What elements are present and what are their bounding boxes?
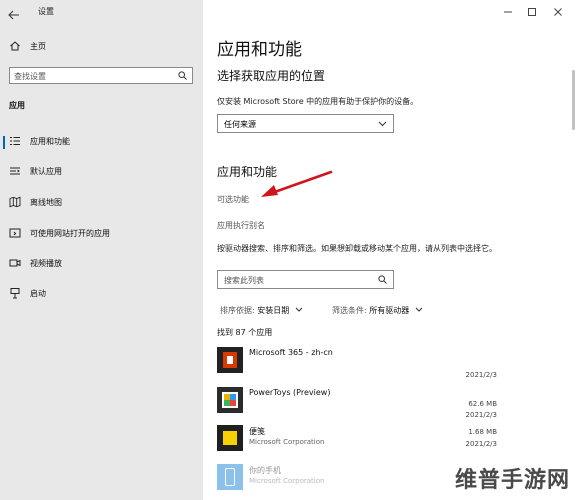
powertoys-icon — [217, 387, 243, 413]
list-item[interactable]: 便笺 Microsoft Corporation 1.68 MB 2021/2/… — [217, 423, 497, 461]
main-content: 应用和功能 选择获取应用的位置 仅安装 Microsoft Store 中的应用… — [203, 0, 576, 500]
app-name: 你的手机 — [249, 466, 281, 475]
app-date: 2021/2/3 — [465, 371, 497, 379]
install-source-heading: 选择获取应用的位置 — [217, 69, 326, 83]
settings-search-placeholder: 查找设置 — [14, 72, 46, 81]
close-button[interactable] — [547, 4, 569, 18]
sidebar-item-offline-maps[interactable]: 离线地图 — [0, 192, 203, 214]
arrow-left-icon — [8, 10, 19, 20]
install-source-description: 仅安装 Microsoft Store 中的应用有助于保护你的设备。 — [217, 97, 419, 106]
app-count: 找到 87 个应用 — [217, 328, 273, 337]
app-date: 2021/2/3 — [465, 440, 497, 448]
settings-search-input[interactable]: 查找设置 — [9, 67, 193, 84]
sidebar-item-startup[interactable]: 启动 — [0, 283, 203, 305]
app-size: 62.6 MB — [468, 400, 497, 408]
sidebar-home-label: 主页 — [30, 42, 46, 51]
sticky-notes-icon — [217, 425, 243, 451]
app-name: Microsoft 365 - zh-cn — [249, 348, 333, 357]
minimize-button[interactable] — [497, 4, 519, 18]
app-list-search-placeholder: 搜索此列表 — [224, 276, 264, 285]
video-icon — [9, 259, 21, 267]
selection-indicator — [3, 136, 5, 149]
list-item[interactable]: PowerToys (Preview) 62.6 MB 2021/2/3 — [217, 385, 497, 423]
sidebar-item-apps-features[interactable]: 应用和功能 — [0, 131, 203, 153]
search-icon — [178, 71, 187, 80]
sidebar-item-label: 默认应用 — [30, 167, 62, 176]
install-source-value: 任何来源 — [224, 120, 256, 129]
apps-list-icon — [10, 136, 20, 146]
app-name: 便笺 — [249, 427, 265, 436]
close-icon — [554, 8, 562, 16]
app-publisher: Microsoft Corporation — [249, 438, 325, 446]
maximize-button[interactable] — [521, 4, 543, 18]
search-icon — [378, 275, 387, 284]
sort-dropdown[interactable]: 排序依据: 安装日期 — [220, 305, 303, 316]
sidebar-item-label: 应用和功能 — [30, 137, 70, 146]
filter-label: 筛选条件: — [332, 306, 367, 315]
search-description: 按驱动器搜索、排序和筛选。如果想卸载或移动某个应用，请从列表中选择它。 — [217, 244, 497, 253]
app-date: 2021/2/3 — [465, 411, 497, 419]
filter-value: 所有驱动器 — [369, 306, 410, 315]
window-title: 设置 — [38, 7, 54, 16]
your-phone-icon — [217, 464, 243, 490]
sidebar-item-default-apps[interactable]: 默认应用 — [0, 161, 203, 183]
filter-dropdown[interactable]: 筛选条件: 所有驱动器 — [332, 305, 423, 316]
sidebar-section-title: 应用 — [9, 101, 25, 110]
map-icon — [9, 196, 21, 208]
sort-value: 安装日期 — [257, 306, 290, 315]
install-source-dropdown[interactable]: 任何来源 — [217, 114, 394, 133]
startup-icon — [10, 288, 20, 299]
annotation-arrow — [261, 170, 333, 197]
minimize-icon — [504, 11, 512, 13]
app-publisher: Microsoft Corporation — [249, 477, 325, 485]
list-item[interactable]: Microsoft 365 - zh-cn 2021/2/3 — [217, 345, 497, 383]
app-name: PowerToys (Preview) — [249, 388, 331, 397]
sidebar-item-website-apps[interactable]: 可使用网站打开的应用 — [0, 223, 203, 245]
scrollbar[interactable] — [572, 70, 575, 130]
chevron-down-icon — [415, 307, 423, 312]
app-size: 1.68 MB — [468, 428, 497, 436]
page-title: 应用和功能 — [217, 40, 302, 60]
sidebar-item-label: 离线地图 — [30, 198, 62, 207]
website-apps-icon — [9, 228, 21, 238]
back-button[interactable] — [8, 5, 22, 20]
maximize-icon — [528, 8, 536, 16]
watermark: 维普手游网 — [454, 468, 570, 493]
sidebar-item-label: 可使用网站打开的应用 — [30, 229, 110, 238]
sidebar: 设置 主页 查找设置 应用 应用和功能 默认应用 离线地图 可使用网站打开的应用… — [0, 0, 203, 500]
optional-features-link[interactable]: 可选功能 — [217, 194, 249, 205]
sidebar-item-home[interactable]: 主页 — [0, 36, 203, 58]
sort-label: 排序依据: — [220, 306, 255, 315]
sidebar-item-label: 视频播放 — [30, 259, 62, 268]
home-icon — [10, 41, 20, 51]
app-list-search-input[interactable]: 搜索此列表 — [217, 270, 394, 289]
sidebar-item-video-playback[interactable]: 视频播放 — [0, 253, 203, 275]
chevron-down-icon — [295, 307, 303, 312]
office-icon — [217, 347, 243, 373]
app-execution-alias-link[interactable]: 应用执行别名 — [217, 220, 265, 231]
chevron-down-icon — [378, 121, 387, 127]
sidebar-item-label: 启动 — [30, 289, 46, 298]
default-apps-icon — [10, 167, 20, 175]
